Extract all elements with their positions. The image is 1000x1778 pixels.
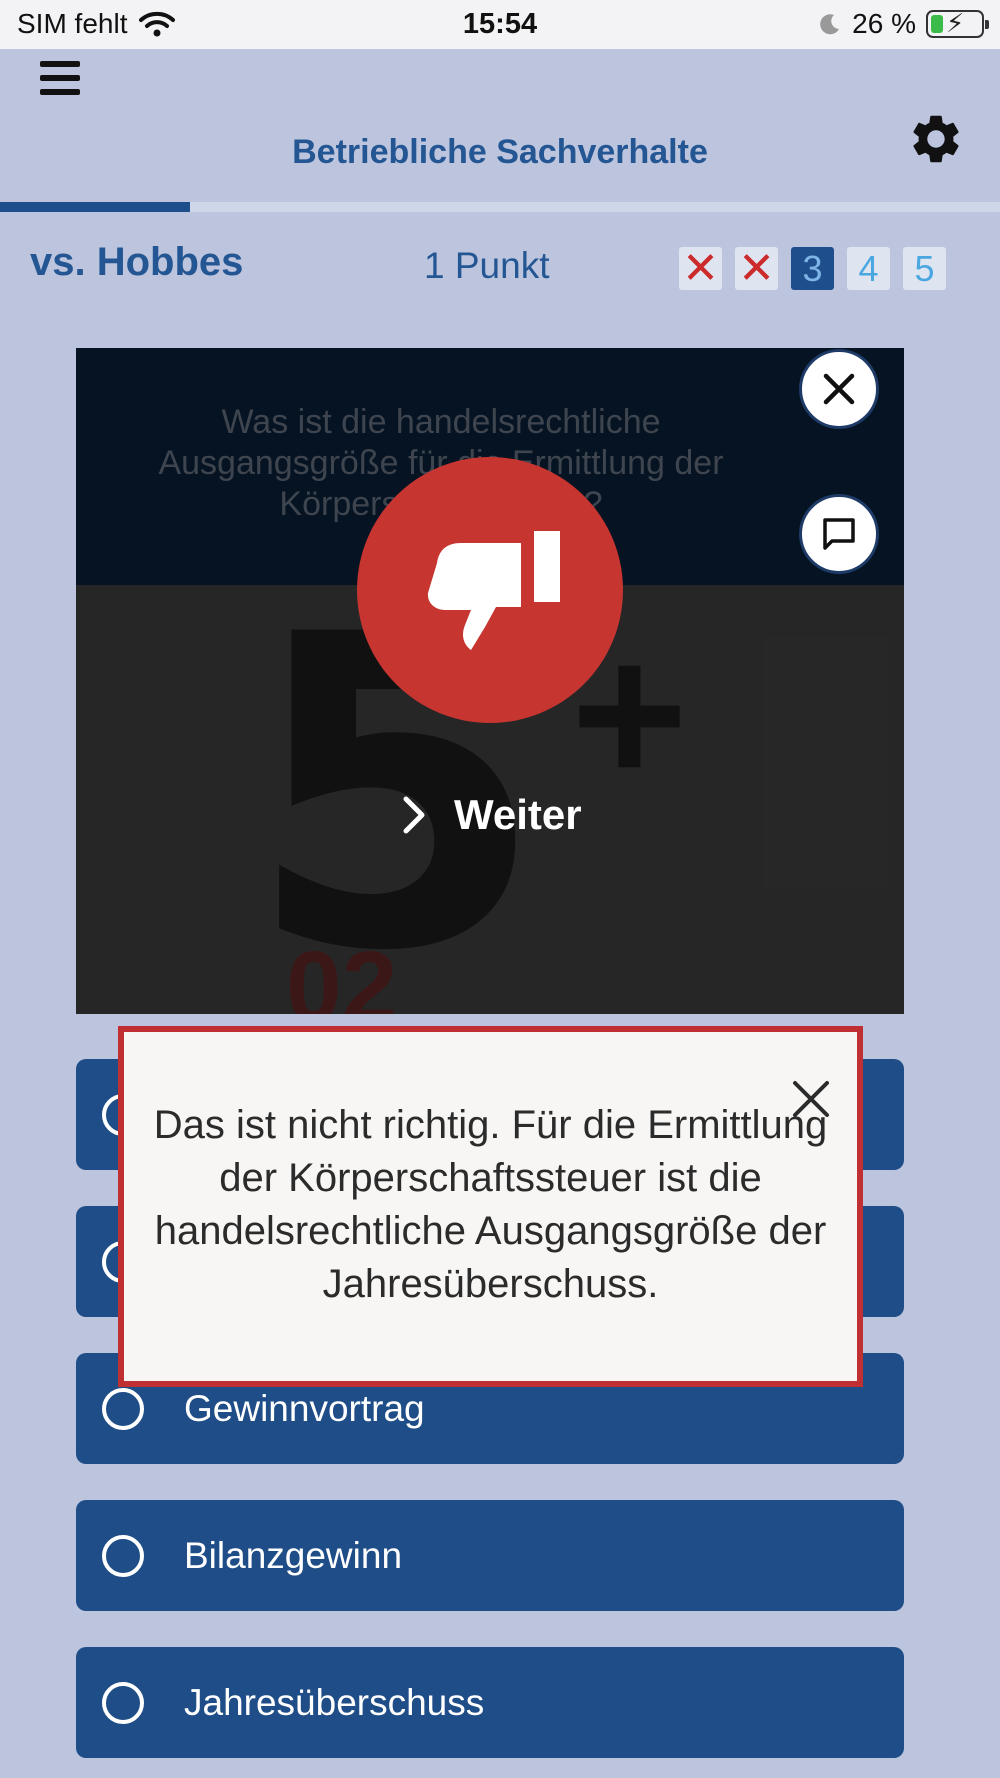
round-indicator-5: 5 — [903, 247, 946, 290]
status-bar: SIM fehlt 15:54 26 % ⚡ — [0, 0, 1000, 49]
close-icon[interactable] — [789, 1077, 833, 1121]
round-indicator-2: ✕ — [735, 244, 778, 293]
chevron-right-icon — [403, 796, 425, 834]
answer-label: Jahresüberschuss — [184, 1681, 485, 1723]
gear-icon[interactable] — [907, 110, 965, 168]
radio-circle-icon — [102, 1387, 144, 1430]
answer-option[interactable]: Bilanzgewinn — [76, 1500, 904, 1611]
answer-label: Bilanzgewinn — [184, 1534, 403, 1576]
comment-button[interactable] — [799, 494, 879, 574]
moon-icon — [820, 14, 840, 35]
close-icon — [823, 373, 855, 405]
page-title: Betriebliche Sachverhalte — [292, 133, 708, 171]
round-indicator-1: ✕ — [679, 244, 722, 293]
thumbs-down-icon — [427, 531, 560, 650]
radio-circle-icon — [102, 1681, 144, 1724]
hamburger-menu-icon[interactable] — [40, 61, 80, 95]
comment-icon — [823, 518, 855, 550]
radio-circle-icon — [102, 1534, 144, 1577]
battery-fill — [931, 15, 944, 33]
round-indicator-3: 3 — [791, 247, 834, 290]
next-button-label: Weiter — [454, 791, 582, 838]
status-right: 26 % ⚡ — [818, 8, 989, 40]
answer-option[interactable]: Jahresüberschuss — [76, 1647, 904, 1758]
category-progress-fill — [0, 202, 190, 212]
category-progress-bar — [0, 202, 1000, 212]
battery-percent: 26 % — [852, 8, 916, 39]
answer-label: Gewinnvortrag — [184, 1387, 425, 1429]
charging-bolt-icon: ⚡ — [946, 8, 965, 38]
round-indicators: ✕ ✕ 3 4 5 — [679, 244, 946, 293]
round-indicator-4: 4 — [847, 247, 890, 290]
next-button[interactable]: Weiter — [400, 791, 582, 839]
feedback-toast: Das ist nicht richtig. Für die Ermittlun… — [118, 1026, 863, 1387]
thumbs-down-badge — [357, 457, 623, 723]
battery-icon: ⚡ — [926, 8, 989, 38]
feedback-text: Das ist nicht richtig. Für die Ermittlun… — [153, 1103, 828, 1306]
opponent-name: vs. Hobbes — [30, 240, 244, 284]
close-question-button[interactable] — [799, 349, 879, 429]
points-label: 1 Punkt — [424, 245, 550, 286]
